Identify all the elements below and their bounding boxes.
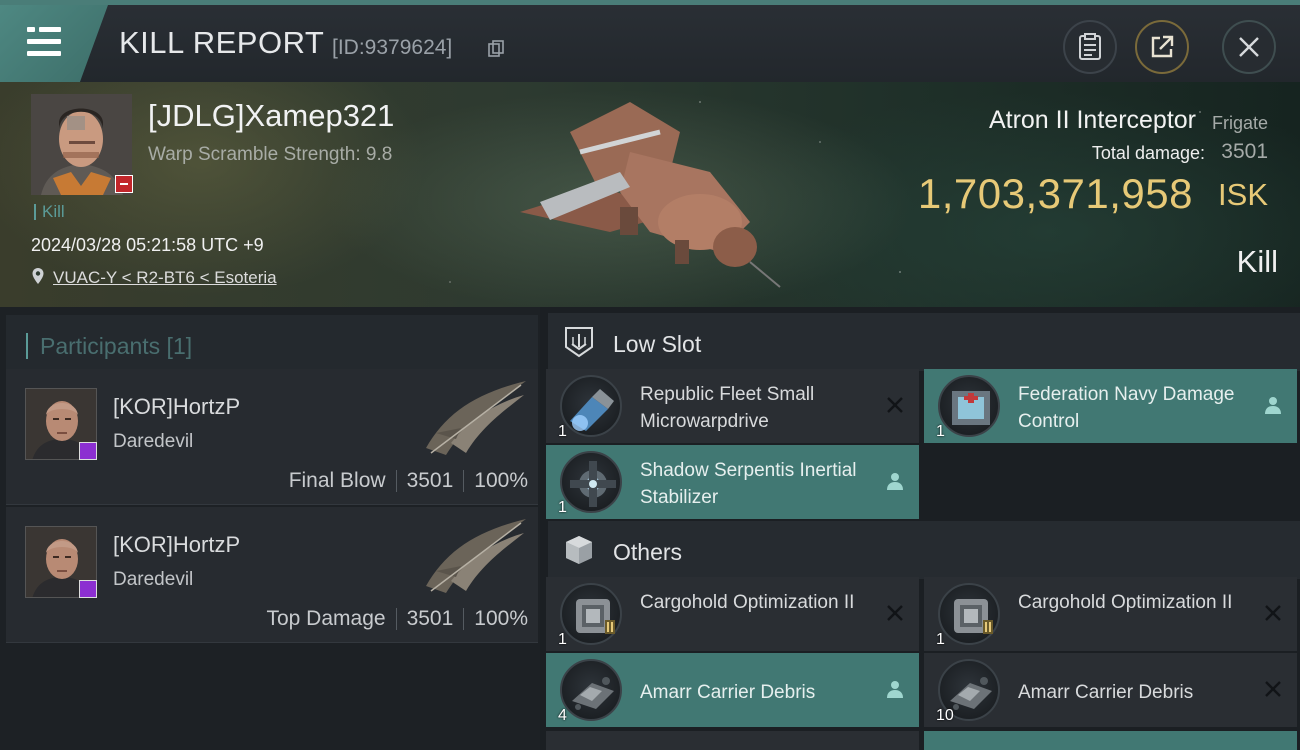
item-row[interactable]: 10 Amarr Carrier Debris — [924, 653, 1297, 727]
cargohold-optimization-icon — [560, 583, 622, 645]
total-damage-label: Total damage: — [1091, 143, 1205, 163]
location-pin-icon — [32, 268, 44, 284]
item-name: Republic Fleet Small Microwarpdrive — [640, 384, 815, 432]
victim-ship-class: Frigate — [1211, 113, 1268, 133]
clipboard-icon — [1079, 33, 1101, 60]
participants-title: Participants [1] — [26, 333, 192, 359]
participant-percent: 100% — [474, 607, 528, 630]
divider — [395, 608, 397, 630]
destroyed-x-icon — [887, 397, 903, 413]
item-name: Amarr Carrier Debris — [1018, 682, 1194, 703]
participant-damage: 3501 — [406, 607, 454, 630]
participant-row[interactable]: [KOR]HortzP Daredevil Top Damage 3501 10… — [6, 507, 538, 643]
cargohold-optimization-icon — [938, 583, 1000, 645]
item-row[interactable]: 4 Amarr Carrier Debris — [546, 653, 919, 727]
dropped-person-icon — [887, 681, 903, 698]
tech-two-icon — [605, 620, 615, 634]
participants-panel: Participants [1] [KOR]HortzP Daredevil F… — [0, 307, 540, 750]
participant-damage: 3501 — [406, 469, 454, 492]
participants-header: Participants [1] — [6, 315, 538, 371]
item-name: Amarr Carrier Debris — [640, 682, 816, 703]
copy-icon[interactable] — [488, 40, 504, 58]
participant-percent: 100% — [474, 469, 528, 492]
item-name: Cargohold Optimization II — [1018, 592, 1233, 613]
location-link[interactable]: VUAC-Y < R2-BT6 < Esoteria — [53, 268, 277, 288]
fitting-items-panel: Low Slot 1 Republic Fleet Small Microwar… — [540, 307, 1300, 750]
destroyed-x-icon — [1265, 605, 1281, 621]
carrier-debris-icon — [560, 659, 622, 721]
low-slot-header: Low Slot — [548, 313, 1300, 371]
share-button[interactable] — [1135, 20, 1189, 74]
report-id: [ID:9379624] — [332, 36, 453, 59]
divider — [395, 470, 397, 492]
participant-role: Final Blow — [288, 469, 386, 492]
inertial-stabilizer-icon — [560, 451, 622, 513]
victim-ship-image — [520, 102, 781, 288]
participant-row[interactable]: [KOR]HortzP Daredevil Final Blow 3501 10… — [6, 369, 538, 505]
participant-role: Top Damage — [266, 607, 386, 630]
item-quantity: 1 — [558, 631, 567, 648]
divider — [463, 608, 465, 630]
clipboard-button[interactable] — [1063, 20, 1117, 74]
item-row[interactable]: 1 Shadow Serpentis Inertial Stabilizer — [546, 445, 919, 519]
corp-badge — [79, 442, 97, 460]
participant-name[interactable]: [KOR]HortzP — [113, 532, 240, 558]
item-row[interactable]: 1 Cargohold Optimization II — [924, 577, 1297, 651]
item-quantity: 1 — [936, 631, 945, 648]
item-row-partial[interactable] — [924, 731, 1297, 750]
dropped-person-icon — [887, 473, 903, 490]
destroyed-x-icon — [1265, 681, 1281, 697]
share-icon — [1151, 35, 1174, 58]
item-name: Shadow Serpentis Inertial Stabilizer — [640, 460, 857, 508]
kill-type-label: Kill — [1236, 244, 1278, 279]
total-damage-value: 3501 — [1221, 140, 1268, 163]
divider — [463, 470, 465, 492]
isk-unit: ISK — [1218, 177, 1268, 212]
item-name: Cargohold Optimization II — [640, 592, 855, 613]
close-button[interactable] — [1222, 20, 1276, 74]
low-slot-title: Low Slot — [613, 331, 702, 357]
destroyed-x-icon — [887, 605, 903, 621]
menu-button[interactable] — [0, 5, 108, 82]
participant-stats: Final Blow 3501 100% — [289, 469, 528, 493]
item-quantity: 1 — [558, 499, 567, 516]
participant-ship: Daredevil — [113, 569, 194, 590]
kill-datetime: 2024/03/28 05:21:58 UTC +9 — [31, 235, 264, 255]
page-title: KILL REPORT — [119, 25, 325, 60]
item-row[interactable]: 1 Republic Fleet Small Microwarpdrive — [546, 369, 919, 443]
participant-name[interactable]: [KOR]HortzP — [113, 394, 240, 420]
item-quantity: 4 — [558, 707, 567, 724]
close-icon — [1239, 37, 1259, 57]
damage-control-icon — [938, 375, 1000, 437]
dropped-person-icon — [1265, 397, 1281, 414]
item-quantity: 10 — [936, 707, 954, 724]
warp-scramble-strength: Warp Scramble Strength: 9.8 — [148, 144, 393, 165]
loss-badge — [115, 175, 133, 193]
participant-stats: Top Damage 3501 100% — [266, 607, 528, 631]
participant-ship-image — [426, 381, 526, 455]
top-bar: KILL REPORT [ID:9379624] — [0, 0, 1300, 82]
participant-ship: Daredevil — [113, 431, 194, 452]
corp-badge — [79, 580, 97, 598]
microwarpdrive-icon — [560, 375, 622, 437]
low-slot-icon — [565, 327, 593, 358]
kill-tag: Kill — [34, 203, 65, 220]
isk-value: 1,703,371,958 — [917, 170, 1193, 217]
item-row[interactable]: 1 Cargohold Optimization II — [546, 577, 919, 651]
menu-icon — [27, 27, 61, 63]
victim-ship-name[interactable]: Atron II Interceptor — [989, 106, 1196, 135]
others-header: Others — [548, 521, 1300, 579]
cargo-box-icon — [566, 536, 592, 564]
victim-name[interactable]: [JDLG]Xamep321 — [148, 98, 394, 134]
item-name: Federation Navy Damage Control — [1018, 384, 1235, 432]
victim-banner: [JDLG]Xamep321 Warp Scramble Strength: 9… — [0, 82, 1300, 307]
item-row-partial[interactable] — [546, 731, 919, 750]
participant-ship-image — [426, 519, 526, 593]
tech-two-icon — [983, 620, 993, 634]
others-title: Others — [613, 539, 683, 565]
item-quantity: 1 — [558, 423, 567, 440]
item-quantity: 1 — [936, 423, 945, 440]
item-row[interactable]: 1 Federation Navy Damage Control — [924, 369, 1297, 443]
